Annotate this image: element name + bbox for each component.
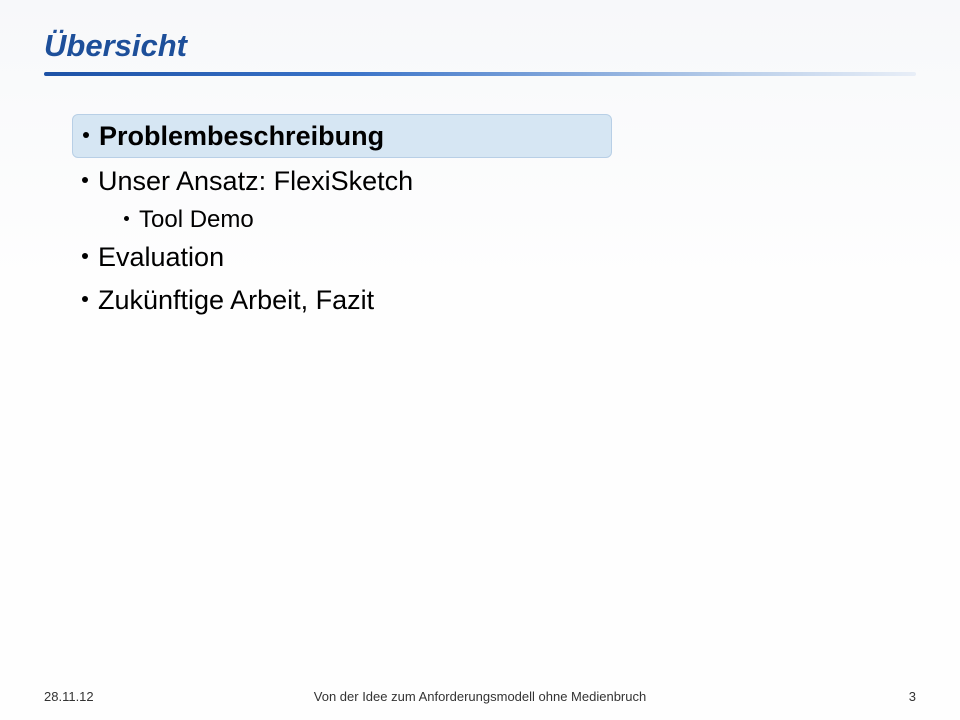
bullet-icon: [82, 296, 88, 302]
bullet-tool-demo: Tool Demo: [114, 203, 916, 237]
bullet-text: Tool Demo: [139, 203, 254, 237]
bullet-icon: [83, 132, 89, 138]
bullet-ansatz: Unser Ansatz: FlexiSketch: [72, 160, 916, 202]
bullet-problembeschreibung: Problembeschreibung: [72, 114, 612, 158]
footer: 28.11.12 Von der Idee zum Anforderungsmo…: [0, 689, 960, 704]
footer-date: 28.11.12: [44, 689, 94, 704]
bullet-icon: [82, 177, 88, 183]
title-rule: [44, 72, 916, 76]
bullet-icon: [124, 216, 129, 221]
bullet-evaluation: Evaluation: [72, 236, 916, 278]
bullet-zukunft: Zukünftige Arbeit, Fazit: [72, 279, 916, 321]
bullet-text: Problembeschreibung: [99, 118, 384, 154]
content-area: Problembeschreibung Unser Ansatz: FlexiS…: [44, 114, 916, 321]
footer-page-number: 3: [909, 689, 916, 704]
bullet-icon: [82, 253, 88, 259]
slide-title: Übersicht: [44, 28, 916, 64]
bullet-text: Zukünftige Arbeit, Fazit: [98, 282, 374, 318]
bullet-text: Unser Ansatz: FlexiSketch: [98, 163, 413, 199]
footer-caption: Von der Idee zum Anforderungsmodell ohne…: [314, 689, 646, 704]
slide: Übersicht Problembeschreibung Unser Ansa…: [0, 0, 960, 720]
bullet-text: Evaluation: [98, 239, 224, 275]
